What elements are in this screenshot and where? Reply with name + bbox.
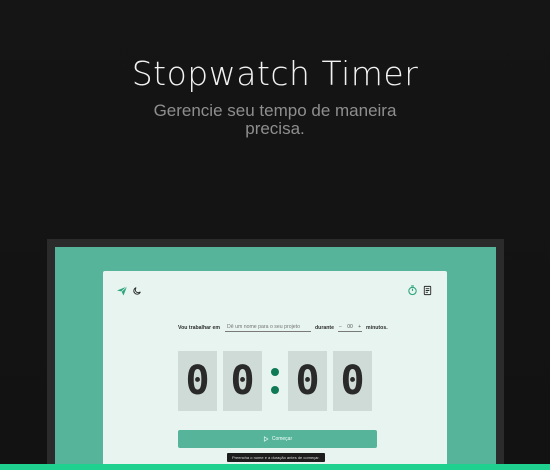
moon-icon[interactable] <box>132 286 142 296</box>
form-minutes-label: minutos. <box>366 324 388 331</box>
seconds-tens-digit: 0 <box>288 351 327 411</box>
app-preview-screen: Vou trabalhar em durante − 00 + minutos.… <box>55 247 496 470</box>
project-name-input[interactable] <box>225 323 311 332</box>
hero-title: Stopwatch Timer <box>131 54 419 93</box>
minutes-value: 00 <box>347 324 353 330</box>
minus-icon: − <box>339 324 342 330</box>
app-preview-frame: Vou trabalhar em durante − 00 + minutos.… <box>47 239 504 470</box>
form-during-label: durante <box>315 324 335 331</box>
history-icon[interactable] <box>422 285 433 296</box>
separator-dot <box>271 368 279 376</box>
time-separator <box>262 351 288 411</box>
task-form: Vou trabalhar em durante − 00 + minutos. <box>178 323 388 332</box>
minutes-input[interactable]: − 00 + <box>338 323 363 332</box>
countdown-display: 0 0 0 0 <box>178 351 372 411</box>
hero-subtitle-line-2: precisa. <box>245 119 305 138</box>
bottom-accent-bar <box>0 464 550 470</box>
timer-icon[interactable] <box>407 285 418 296</box>
minutes-tens-digit: 0 <box>178 351 217 411</box>
seconds-ones-digit: 0 <box>333 351 372 411</box>
hero-subtitle-line-1: Gerencie seu tempo de maneira <box>153 101 397 120</box>
landing-page: Stopwatch Timer Gerencie seu tempo de ma… <box>0 0 550 470</box>
plus-icon: + <box>358 324 362 330</box>
minutes-ones-digit: 0 <box>223 351 262 411</box>
paper-plane-icon <box>117 286 128 296</box>
hero-subtitle: Gerencie seu tempo de maneira precisa. <box>0 102 550 138</box>
separator-dot <box>271 386 279 394</box>
start-tooltip: Preencha o nome e a duração antes de com… <box>227 453 325 462</box>
start-button[interactable]: Começar <box>178 430 377 448</box>
form-prefix-label: Vou trabalhar em <box>178 324 220 331</box>
play-icon <box>263 436 269 442</box>
timer-card: Vou trabalhar em durante − 00 + minutos.… <box>103 271 447 470</box>
start-button-label: Começar <box>271 436 293 442</box>
